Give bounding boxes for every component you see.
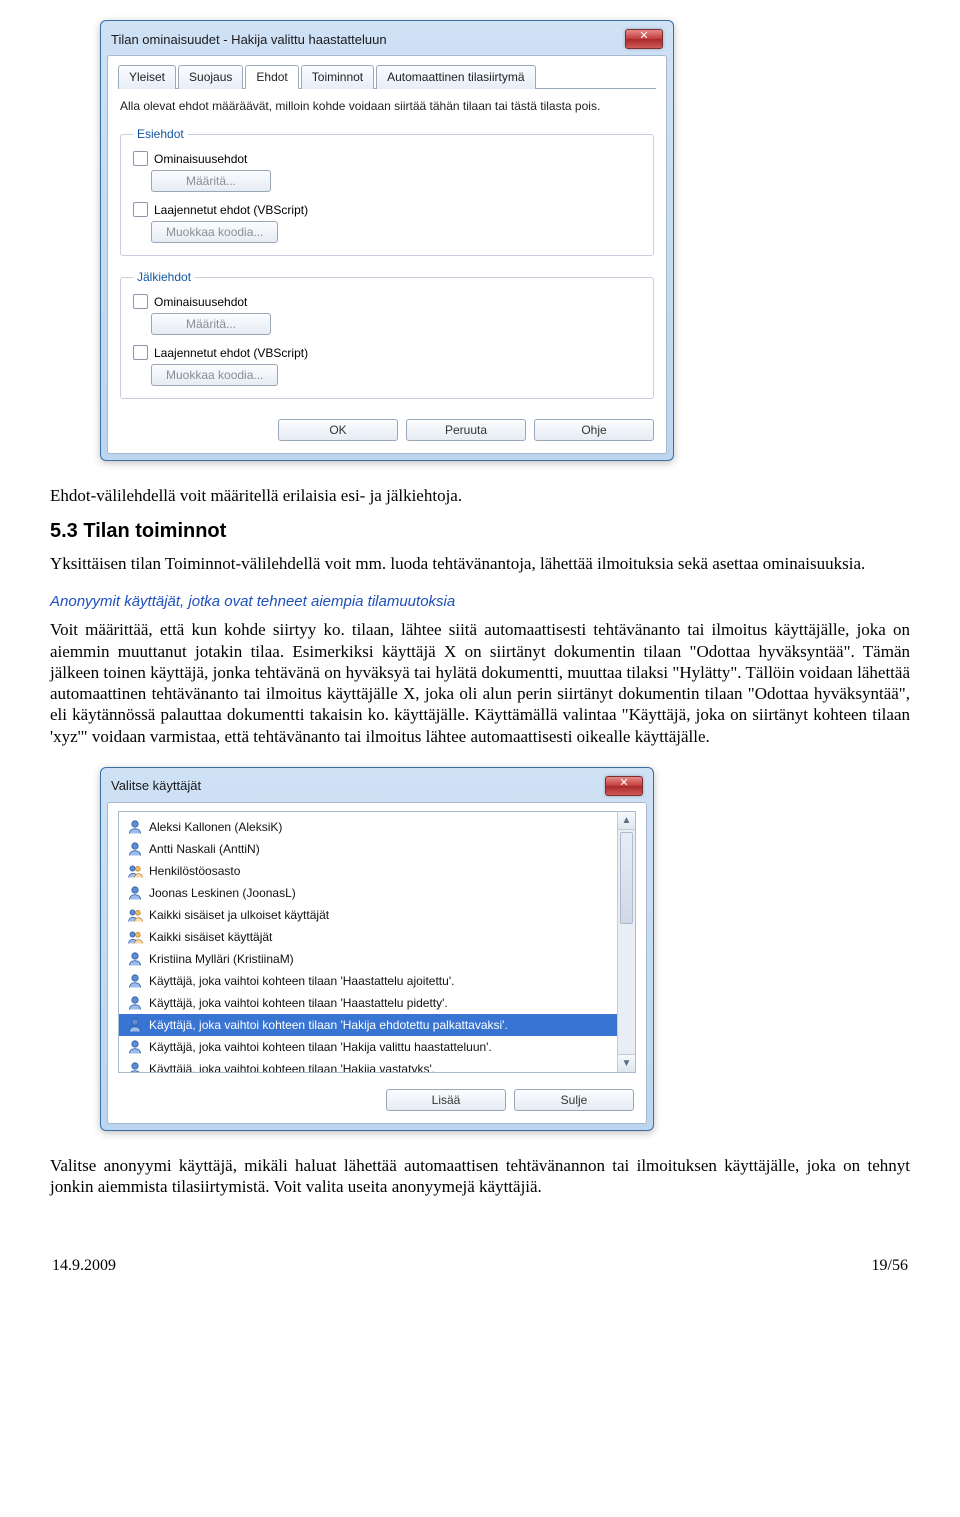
scrollbar[interactable]: ▲ ▼: [617, 812, 635, 1072]
property-conditions-label: Ominaisuusehdot: [154, 152, 247, 166]
scroll-down-button[interactable]: ▼: [618, 1054, 635, 1072]
preconditions-legend: Esiehdot: [133, 127, 188, 141]
list-item-label: Käyttäjä, joka vaihtoi kohteen tilaan 'H…: [149, 996, 448, 1010]
property-conditions-checkbox[interactable]: [133, 151, 148, 166]
state-properties-dialog: Tilan ominaisuudet - Hakija valittu haas…: [100, 20, 674, 461]
user-icon: [127, 1017, 143, 1033]
list-item[interactable]: Käyttäjä, joka vaihtoi kohteen tilaan 'H…: [119, 1036, 635, 1058]
user-icon: [127, 819, 143, 835]
post-extended-conditions-label: Laajennetut ehdot (VBScript): [154, 346, 308, 360]
list-item[interactable]: Henkilöstöosasto: [119, 860, 635, 882]
list-item[interactable]: Aleksi Kallonen (AleksiK): [119, 816, 635, 838]
dialog-titlebar[interactable]: Tilan ominaisuudet - Hakija valittu haas…: [107, 27, 667, 55]
cancel-button[interactable]: Peruuta: [406, 419, 526, 441]
tab-intro-text: Alla olevat ehdot määräävät, milloin koh…: [120, 99, 654, 113]
tab-security[interactable]: Suojaus: [178, 65, 243, 89]
tab-general[interactable]: Yleiset: [118, 65, 176, 89]
tab-auto-transition[interactable]: Automaattinen tilasiirtymä: [376, 65, 535, 89]
list-item-label: Joonas Leskinen (JoonasL): [149, 886, 296, 900]
postconditions-legend: Jälkiehdot: [133, 270, 195, 284]
user-icon: [127, 973, 143, 989]
anonymous-users-subheading: Anonyymit käyttäjät, jotka ovat tehneet …: [50, 593, 910, 612]
dialog2-title: Valitse käyttäjät: [111, 778, 201, 793]
page-footer: 14.9.2009 19/56: [50, 1257, 910, 1275]
postconditions-group: Jälkiehdot Ominaisuusehdot Määritä... La…: [120, 270, 654, 399]
dialog-title: Tilan ominaisuudet - Hakija valittu haas…: [111, 32, 387, 47]
tab-conditions[interactable]: Ehdot: [245, 65, 298, 89]
edit-code-button[interactable]: Muokkaa koodia...: [151, 221, 278, 243]
users-icon: [127, 929, 143, 945]
close-icon: ✕: [639, 29, 648, 43]
post-edit-code-button[interactable]: Muokkaa koodia...: [151, 364, 278, 386]
footer-page-number: 19/56: [872, 1257, 908, 1275]
select-users-dialog: Valitse käyttäjät ✕ Aleksi Kallonen (Ale…: [100, 767, 654, 1131]
close-dialog-button[interactable]: Sulje: [514, 1089, 634, 1111]
user-icon: [127, 885, 143, 901]
help-button[interactable]: Ohje: [534, 419, 654, 441]
paragraph-anonymous-explanation: Voit määrittää, että kun kohde siirtyy k…: [50, 619, 910, 747]
list-item[interactable]: Kaikki sisäiset ja ulkoiset käyttäjät: [119, 904, 635, 926]
dialog2-close-button[interactable]: ✕: [605, 776, 643, 796]
list-item[interactable]: Käyttäjä, joka vaihtoi kohteen tilaan 'H…: [119, 1014, 635, 1036]
post-property-conditions-label: Ominaisuusehdot: [154, 295, 247, 309]
list-item[interactable]: Kristiina Mylläri (KristiinaM): [119, 948, 635, 970]
list-item-label: Käyttäjä, joka vaihtoi kohteen tilaan 'H…: [149, 974, 454, 988]
add-button[interactable]: Lisää: [386, 1089, 506, 1111]
list-item[interactable]: Joonas Leskinen (JoonasL): [119, 882, 635, 904]
user-icon: [127, 951, 143, 967]
preconditions-group: Esiehdot Ominaisuusehdot Määritä... Laaj…: [120, 127, 654, 256]
post-extended-conditions-checkbox[interactable]: [133, 345, 148, 360]
list-item[interactable]: Käyttäjä, joka vaihtoi kohteen tilaan 'H…: [119, 1058, 635, 1073]
dialog2-titlebar[interactable]: Valitse käyttäjät ✕: [107, 774, 647, 802]
list-item-label: Henkilöstöosasto: [149, 864, 240, 878]
users-icon: [127, 863, 143, 879]
section-heading: 5.3 Tilan toiminnot: [50, 520, 910, 543]
list-item-label: Antti Naskali (AnttiN): [149, 842, 260, 856]
extended-conditions-label: Laajennetut ehdot (VBScript): [154, 203, 308, 217]
define-button[interactable]: Määritä...: [151, 170, 271, 192]
post-property-conditions-checkbox[interactable]: [133, 294, 148, 309]
paragraph-after-dialog1: Ehdot-välilehdellä voit määritellä erila…: [50, 485, 910, 506]
tab-actions[interactable]: Toiminnot: [301, 65, 374, 89]
close-button[interactable]: ✕: [625, 29, 663, 49]
users-icon: [127, 907, 143, 923]
list-item-label: Käyttäjä, joka vaihtoi kohteen tilaan 'H…: [149, 1040, 492, 1054]
list-item-label: Kaikki sisäiset käyttäjät: [149, 930, 272, 944]
close-icon: ✕: [619, 776, 628, 790]
user-icon: [127, 1039, 143, 1055]
user-listbox[interactable]: Aleksi Kallonen (AleksiK) Antti Naskali (…: [118, 811, 636, 1073]
paragraph-section-intro: Yksittäisen tilan Toiminnot-välilehdellä…: [50, 553, 910, 574]
list-item-label: Kristiina Mylläri (KristiinaM): [149, 952, 294, 966]
footer-date: 14.9.2009: [52, 1257, 116, 1275]
scroll-up-button[interactable]: ▲: [618, 812, 635, 830]
ok-button[interactable]: OK: [278, 419, 398, 441]
extended-conditions-checkbox[interactable]: [133, 202, 148, 217]
paragraph-after-dialog2: Valitse anonyymi käyttäjä, mikäli haluat…: [50, 1155, 910, 1198]
list-item-label: Käyttäjä, joka vaihtoi kohteen tilaan 'H…: [149, 1062, 435, 1073]
user-icon: [127, 841, 143, 857]
user-icon: [127, 1061, 143, 1073]
tab-strip: Yleiset Suojaus Ehdot Toiminnot Automaat…: [118, 64, 656, 89]
list-item-label: Kaikki sisäiset ja ulkoiset käyttäjät: [149, 908, 329, 922]
list-item-label: Aleksi Kallonen (AleksiK): [149, 820, 282, 834]
post-define-button[interactable]: Määritä...: [151, 313, 271, 335]
list-item[interactable]: Käyttäjä, joka vaihtoi kohteen tilaan 'H…: [119, 970, 635, 992]
list-item[interactable]: Käyttäjä, joka vaihtoi kohteen tilaan 'H…: [119, 992, 635, 1014]
list-item[interactable]: Kaikki sisäiset käyttäjät: [119, 926, 635, 948]
scroll-thumb[interactable]: [620, 832, 633, 924]
user-icon: [127, 995, 143, 1011]
list-item[interactable]: Antti Naskali (AnttiN): [119, 838, 635, 860]
list-item-label: Käyttäjä, joka vaihtoi kohteen tilaan 'H…: [149, 1018, 508, 1032]
